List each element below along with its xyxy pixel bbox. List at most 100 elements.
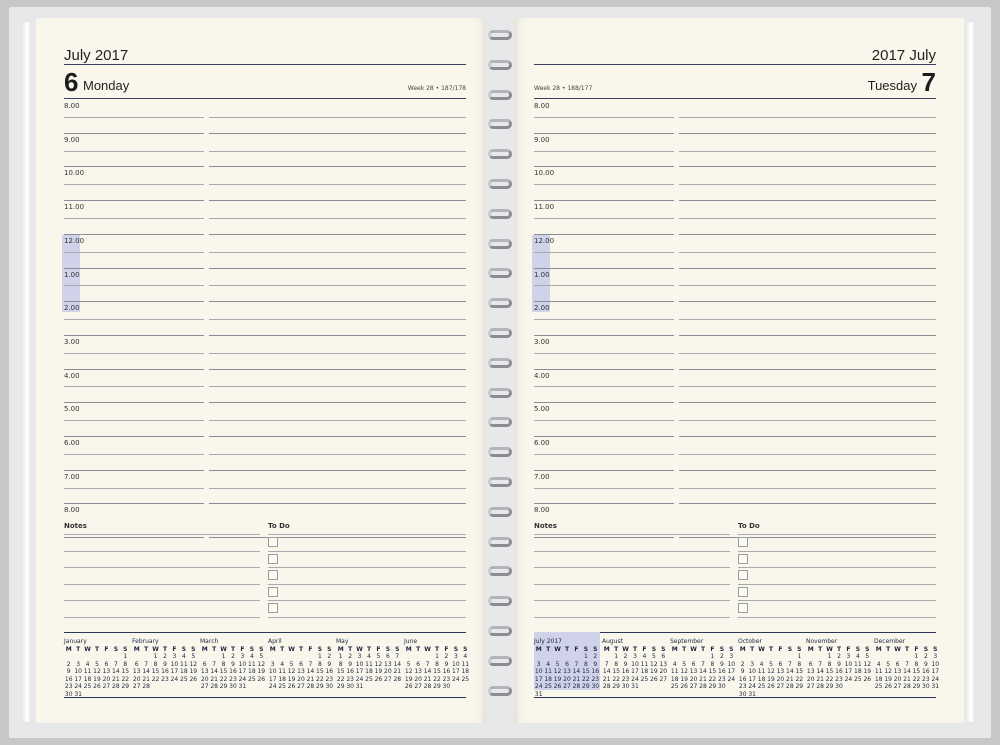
- mini-day[interactable]: 18: [853, 668, 862, 676]
- notes-line[interactable]: [534, 583, 730, 585]
- mini-day[interactable]: 11: [670, 668, 679, 676]
- mini-day[interactable]: 12: [863, 661, 872, 669]
- mini-day[interactable]: 2: [717, 653, 726, 661]
- mini-day[interactable]: 26: [404, 683, 413, 691]
- todo-line[interactable]: [268, 583, 466, 585]
- mini-day[interactable]: 20: [562, 676, 571, 684]
- mini-day[interactable]: 9: [621, 661, 630, 669]
- mini-day[interactable]: 28: [572, 683, 581, 691]
- mini-day[interactable]: 12: [883, 668, 892, 676]
- mini-day[interactable]: 29: [825, 683, 834, 691]
- mini-day[interactable]: 23: [621, 676, 630, 684]
- mini-day[interactable]: 10: [534, 668, 543, 676]
- mini-day[interactable]: 2: [64, 661, 73, 669]
- mini-day[interactable]: 26: [287, 683, 296, 691]
- mini-day[interactable]: 27: [562, 683, 571, 691]
- mini-day[interactable]: 26: [374, 676, 383, 684]
- mini-day[interactable]: 13: [689, 668, 698, 676]
- mini-day[interactable]: 20: [659, 668, 668, 676]
- mini-day[interactable]: 21: [902, 676, 911, 684]
- mini-day[interactable]: 28: [209, 683, 218, 691]
- mini-day[interactable]: 30: [442, 683, 451, 691]
- mini-day[interactable]: 18: [757, 676, 766, 684]
- mini-day[interactable]: 4: [757, 661, 766, 669]
- mini-day[interactable]: 30: [64, 691, 73, 699]
- mini-day[interactable]: 23: [717, 676, 726, 684]
- mini-day[interactable]: 2: [738, 661, 747, 669]
- notes-line[interactable]: [534, 534, 730, 535]
- mini-day[interactable]: 17: [747, 676, 756, 684]
- mini-day[interactable]: 25: [179, 676, 188, 684]
- mini-day[interactable]: 19: [257, 668, 266, 676]
- mini-day[interactable]: 25: [670, 683, 679, 691]
- mini-day[interactable]: 11: [247, 661, 256, 669]
- mini-day[interactable]: 29: [121, 683, 130, 691]
- todo-line[interactable]: [268, 567, 466, 569]
- mini-day[interactable]: 24: [727, 676, 736, 684]
- todo-checkbox[interactable]: [738, 537, 748, 547]
- mini-day[interactable]: 24: [451, 676, 460, 684]
- mini-day[interactable]: 18: [364, 668, 373, 676]
- mini-day[interactable]: 18: [247, 668, 256, 676]
- mini-day[interactable]: 21: [785, 676, 794, 684]
- mini-day[interactable]: 20: [296, 676, 305, 684]
- mini-day[interactable]: 19: [766, 676, 775, 684]
- mini-day[interactable]: 8: [708, 661, 717, 669]
- mini-day[interactable]: 22: [336, 676, 345, 684]
- mini-day[interactable]: 11: [83, 668, 92, 676]
- notes-line[interactable]: [64, 534, 260, 535]
- mini-day[interactable]: 30: [591, 683, 600, 691]
- mini-day[interactable]: 15: [825, 668, 834, 676]
- mini-day[interactable]: 12: [92, 668, 101, 676]
- mini-day[interactable]: 19: [883, 676, 892, 684]
- mini-day[interactable]: 24: [355, 676, 364, 684]
- mini-day[interactable]: 16: [64, 676, 73, 684]
- mini-day[interactable]: 24: [630, 676, 639, 684]
- mini-day[interactable]: 15: [912, 668, 921, 676]
- mini-day[interactable]: 5: [863, 653, 872, 661]
- mini-day[interactable]: 27: [200, 683, 209, 691]
- mini-day[interactable]: 3: [534, 661, 543, 669]
- todo-line[interactable]: [268, 550, 466, 552]
- mini-day[interactable]: 5: [404, 661, 413, 669]
- mini-day[interactable]: 25: [364, 676, 373, 684]
- mini-day[interactable]: 20: [893, 676, 902, 684]
- mini-day[interactable]: 16: [591, 668, 600, 676]
- mini-day[interactable]: 16: [738, 676, 747, 684]
- mini-day[interactable]: 28: [306, 683, 315, 691]
- mini-day[interactable]: 13: [893, 668, 902, 676]
- mini-day[interactable]: 19: [679, 676, 688, 684]
- mini-day[interactable]: 2: [591, 653, 600, 661]
- mini-day[interactable]: 26: [92, 683, 101, 691]
- todo-checkbox[interactable]: [738, 603, 748, 614]
- mini-day[interactable]: 5: [189, 653, 198, 661]
- mini-day[interactable]: 15: [432, 668, 441, 676]
- mini-day[interactable]: 20: [806, 676, 815, 684]
- mini-day[interactable]: 27: [296, 683, 305, 691]
- mini-day[interactable]: 14: [111, 668, 120, 676]
- mini-day[interactable]: 2: [834, 653, 843, 661]
- mini-day[interactable]: 6: [383, 653, 392, 661]
- mini-day[interactable]: 27: [659, 676, 668, 684]
- mini-day[interactable]: 18: [543, 676, 552, 684]
- mini-day[interactable]: 31: [931, 683, 940, 691]
- mini-day[interactable]: 3: [844, 653, 853, 661]
- mini-day[interactable]: 6: [132, 661, 141, 669]
- mini-day[interactable]: 24: [73, 683, 82, 691]
- notes-line[interactable]: [64, 600, 260, 602]
- mini-day[interactable]: 1: [336, 653, 345, 661]
- mini-day[interactable]: 8: [912, 661, 921, 669]
- mini-day[interactable]: 25: [543, 683, 552, 691]
- mini-day[interactable]: 8: [315, 661, 324, 669]
- mini-day[interactable]: 21: [141, 676, 150, 684]
- mini-day[interactable]: 18: [179, 668, 188, 676]
- mini-day[interactable]: 22: [219, 676, 228, 684]
- mini-day[interactable]: 9: [834, 661, 843, 669]
- mini-day[interactable]: 8: [121, 661, 130, 669]
- mini-day[interactable]: 17: [534, 676, 543, 684]
- mini-day[interactable]: 16: [228, 668, 237, 676]
- mini-day[interactable]: 30: [717, 683, 726, 691]
- mini-day[interactable]: 21: [393, 668, 402, 676]
- mini-day[interactable]: 29: [912, 683, 921, 691]
- mini-day[interactable]: 22: [315, 676, 324, 684]
